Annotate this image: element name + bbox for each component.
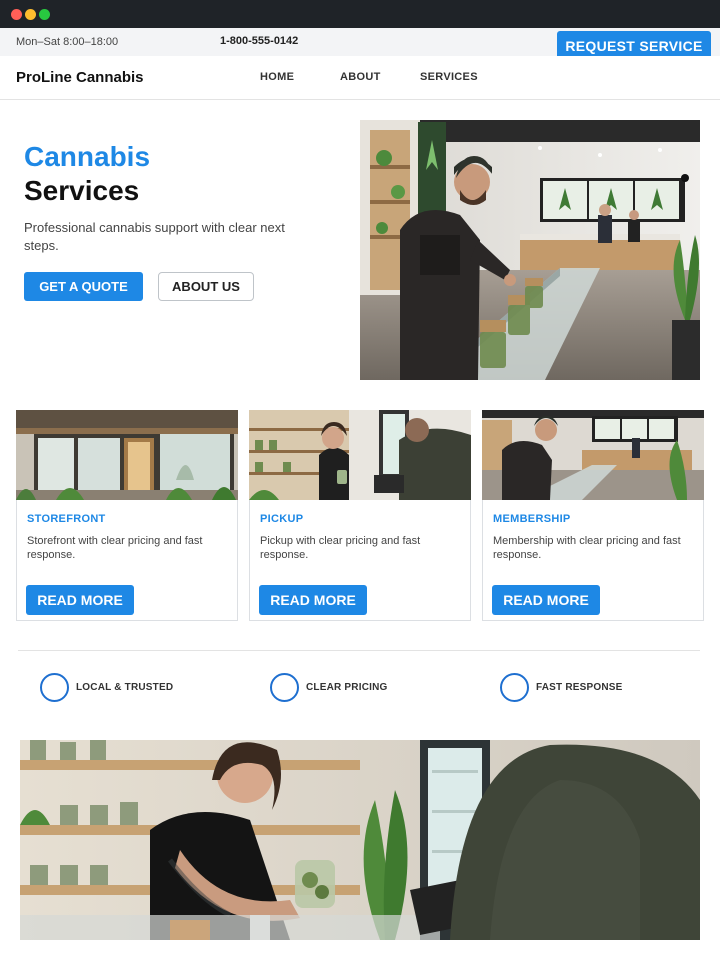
service-card-membership: MEMBERSHIP Membership with clear pricing… <box>482 410 704 621</box>
card-description: Pickup with clear pricing and fast respo… <box>260 535 421 561</box>
hero-title-accent: Cannabis <box>24 141 151 172</box>
phone-number[interactable]: 1-800-555-0142 <box>220 35 298 47</box>
feature-label: FAST RESPONSE <box>536 682 623 693</box>
read-more-button[interactable]: READ MORE <box>492 585 600 615</box>
nav-link-home[interactable]: HOME <box>260 71 294 83</box>
read-more-button[interactable]: READ MORE <box>26 585 134 615</box>
circle-icon <box>270 673 299 702</box>
main-nav: ProLine Cannabis HOME ABOUT SERVICES <box>0 56 720 100</box>
close-window-icon[interactable] <box>11 9 22 20</box>
about-us-button[interactable]: ABOUT US <box>158 272 254 301</box>
maximize-window-icon[interactable] <box>39 9 50 20</box>
business-hours: Mon–Sat 8:00–18:00 <box>16 36 119 48</box>
minimize-window-icon[interactable] <box>25 9 36 20</box>
hero-subtitle: Professional cannabis support with clear… <box>24 220 285 253</box>
get-quote-button[interactable]: GET A QUOTE <box>24 272 143 301</box>
card-title: PICKUP <box>260 513 304 525</box>
pickup-photo <box>249 410 471 500</box>
service-card-pickup: PICKUP Pickup with clear pricing and fas… <box>249 410 471 621</box>
service-card-storefront: STOREFRONT Storefront with clear pricing… <box>16 410 238 621</box>
membership-photo <box>482 410 704 500</box>
hero-title: Services <box>24 175 140 206</box>
card-description: Storefront with clear pricing and fast r… <box>27 535 203 561</box>
storefront-photo <box>16 410 238 500</box>
request-service-button[interactable]: REQUEST SERVICE <box>557 31 711 59</box>
circle-icon <box>40 673 69 702</box>
window-titlebar <box>0 0 720 28</box>
read-more-button[interactable]: READ MORE <box>259 585 367 615</box>
card-description: Membership with clear pricing and fast r… <box>493 535 681 561</box>
nav-link-services[interactable]: SERVICES <box>420 71 478 83</box>
feature-label: CLEAR PRICING <box>306 682 388 693</box>
hero-dispensary-photo <box>360 120 700 380</box>
section-divider <box>18 650 700 651</box>
brand-logo[interactable]: ProLine Cannabis <box>16 69 144 86</box>
budtender-banner-photo <box>20 740 700 940</box>
card-title: STOREFRONT <box>27 513 106 525</box>
nav-link-about[interactable]: ABOUT <box>340 71 381 83</box>
feature-label: LOCAL & TRUSTED <box>76 682 174 693</box>
card-title: MEMBERSHIP <box>493 513 571 525</box>
circle-icon <box>500 673 529 702</box>
